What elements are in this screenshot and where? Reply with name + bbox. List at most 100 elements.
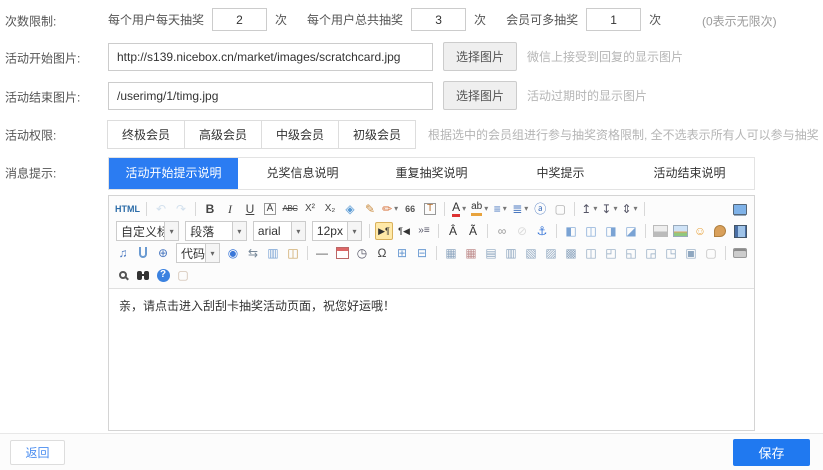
help-button[interactable]: ? — [154, 266, 172, 284]
indent-button[interactable]: »≡ — [415, 222, 433, 240]
line-height-icon: ⇕ — [621, 203, 631, 215]
limit-count-input[interactable] — [212, 8, 267, 31]
delete-row-button[interactable]: ▧ — [522, 244, 540, 262]
music-button[interactable]: ♫ — [114, 244, 132, 262]
message-tab[interactable]: 活动开始提示说明 — [109, 158, 238, 189]
member-group-button[interactable]: 高级会员 — [184, 120, 262, 149]
snapshot-button[interactable]: ◫ — [284, 244, 302, 262]
to-uppercase-button[interactable]: Â — [444, 222, 462, 240]
subscript-button[interactable]: X₂ — [321, 200, 339, 218]
template-button[interactable]: ⊟ — [413, 244, 431, 262]
insert-table-button[interactable]: ▦ — [442, 244, 460, 262]
message-tab[interactable]: 活动结束说明 — [625, 158, 754, 189]
dir-rtl-button[interactable]: ¶◀ — [395, 222, 413, 240]
font-border-button[interactable]: A — [261, 200, 279, 218]
bold-button[interactable]: B — [201, 200, 219, 218]
eraser-button[interactable]: ◈ — [341, 200, 359, 218]
search-replace-button[interactable] — [134, 266, 152, 284]
table-title-button[interactable]: ▤ — [482, 244, 500, 262]
message-tab[interactable]: 兑奖信息说明 — [238, 158, 367, 189]
iframe-button[interactable]: ▥ — [264, 244, 282, 262]
emotion-button[interactable]: ☺ — [691, 222, 709, 240]
justify-center-button[interactable]: ◫ — [582, 222, 600, 240]
undo-button[interactable]: ↶ — [152, 200, 170, 218]
member-group-button[interactable]: 终极会员 — [107, 120, 185, 149]
delete-table-button[interactable]: ▦ — [462, 244, 480, 262]
palette-button[interactable] — [711, 222, 729, 240]
paste-text-button[interactable]: T — [421, 200, 439, 218]
pagebreak-button[interactable]: ⇆ — [244, 244, 262, 262]
print-button[interactable] — [731, 244, 749, 262]
font-color-button[interactable]: A▾ — [450, 200, 468, 218]
member-group-button[interactable]: 中级会员 — [261, 120, 339, 149]
highlight-color-button[interactable]: ab▾ — [470, 200, 489, 218]
blockquote-button[interactable]: 66 — [401, 200, 419, 218]
split-rows-button[interactable]: ◲ — [642, 244, 660, 262]
paragraph-space-bottom-button[interactable]: ↧▾ — [600, 200, 618, 218]
editor-content[interactable]: 亲，请点击进入刮刮卡抽奖活动页面，祝您好运哦！ — [109, 289, 754, 430]
image-url-input[interactable] — [108, 43, 433, 71]
format-painter-button[interactable]: ✎ — [361, 200, 379, 218]
attachment-button[interactable] — [134, 244, 152, 262]
message-tab[interactable]: 中奖提示 — [496, 158, 625, 189]
custom-title-select[interactable]: 自定义标题▾ — [116, 221, 179, 241]
form-button[interactable]: ⊞ — [393, 244, 411, 262]
underline-button[interactable]: U — [241, 200, 259, 218]
fullscreen-button[interactable] — [731, 200, 749, 218]
justify-bottom-button[interactable]: ◪ — [622, 222, 640, 240]
unlink-button[interactable]: ⊘ — [513, 222, 531, 240]
justify-right-button[interactable]: ◨ — [602, 222, 620, 240]
limit-count-input[interactable] — [411, 8, 466, 31]
italic-button[interactable]: I — [221, 200, 239, 218]
insert-row-button[interactable]: ▥ — [502, 244, 520, 262]
code-language-select[interactable]: 代码语言▾ — [176, 243, 220, 263]
source-button[interactable]: HTML — [114, 200, 141, 218]
split-cols-button[interactable]: ◳ — [662, 244, 680, 262]
scrawl-button[interactable]: ✏▾ — [381, 200, 399, 218]
merge-down-button[interactable]: ◱ — [622, 244, 640, 262]
save-button[interactable]: 保存 — [733, 439, 810, 466]
paragraph-space-top-button[interactable]: ↥▾ — [580, 200, 598, 218]
auto-typeset-button[interactable]: ⓐ — [531, 200, 549, 218]
date-button[interactable] — [333, 244, 351, 262]
member-group-button[interactable]: 初级会员 — [338, 120, 416, 149]
message-tab[interactable]: 重复抽奖说明 — [367, 158, 496, 189]
drafts-button[interactable]: ▢ — [174, 266, 192, 284]
line-height-button[interactable]: ⇕▾ — [620, 200, 638, 218]
ordered-list-button[interactable]: ≡▾ — [491, 200, 509, 218]
delete-col-button[interactable]: ▩ — [562, 244, 580, 262]
blank-doc-button[interactable]: ▢ — [551, 200, 569, 218]
dir-ltr-button[interactable]: ▶¶ — [375, 222, 393, 240]
map-button[interactable]: ⊕ — [154, 244, 172, 262]
ordered-list-icon: ≡ — [494, 203, 501, 215]
font-family-select[interactable]: arial▾ — [253, 221, 306, 241]
to-lowercase-button[interactable]: Ã — [464, 222, 482, 240]
merge-cells-button[interactable]: ◫ — [582, 244, 600, 262]
font-size-select[interactable]: 12px▾ — [312, 221, 362, 241]
back-button[interactable]: 返回 — [10, 440, 65, 465]
image-url-input[interactable] — [108, 82, 433, 110]
limit-count-input[interactable] — [586, 8, 641, 31]
paragraph-select[interactable]: 段落▾ — [185, 221, 247, 241]
anchor-button[interactable]: ⚓ — [533, 222, 551, 240]
link-button[interactable]: ∞ — [493, 222, 511, 240]
doc-background-button[interactable]: ▢ — [702, 244, 720, 262]
simple-image-button[interactable] — [651, 222, 669, 240]
redo-button[interactable]: ↷ — [172, 200, 190, 218]
merge-right-button[interactable]: ◰ — [602, 244, 620, 262]
preview-button[interactable] — [114, 266, 132, 284]
justify-left-button[interactable]: ◧ — [562, 222, 580, 240]
pick-image-button[interactable]: 选择图片 — [443, 42, 517, 71]
insert-image-button[interactable] — [671, 222, 689, 240]
video-button[interactable] — [731, 222, 749, 240]
google-map-button[interactable]: ◉ — [224, 244, 242, 262]
special-chars-button[interactable]: Ω — [373, 244, 391, 262]
superscript-button[interactable]: X² — [301, 200, 319, 218]
table-sort-button[interactable]: ▣ — [682, 244, 700, 262]
strikethrough-button[interactable]: ABC — [281, 200, 299, 218]
time-button[interactable]: ◷ — [353, 244, 371, 262]
unordered-list-button[interactable]: ≣▾ — [511, 200, 529, 218]
horizontal-rule-button[interactable]: — — [313, 244, 331, 262]
insert-col-button[interactable]: ▨ — [542, 244, 560, 262]
pick-image-button[interactable]: 选择图片 — [443, 81, 517, 110]
